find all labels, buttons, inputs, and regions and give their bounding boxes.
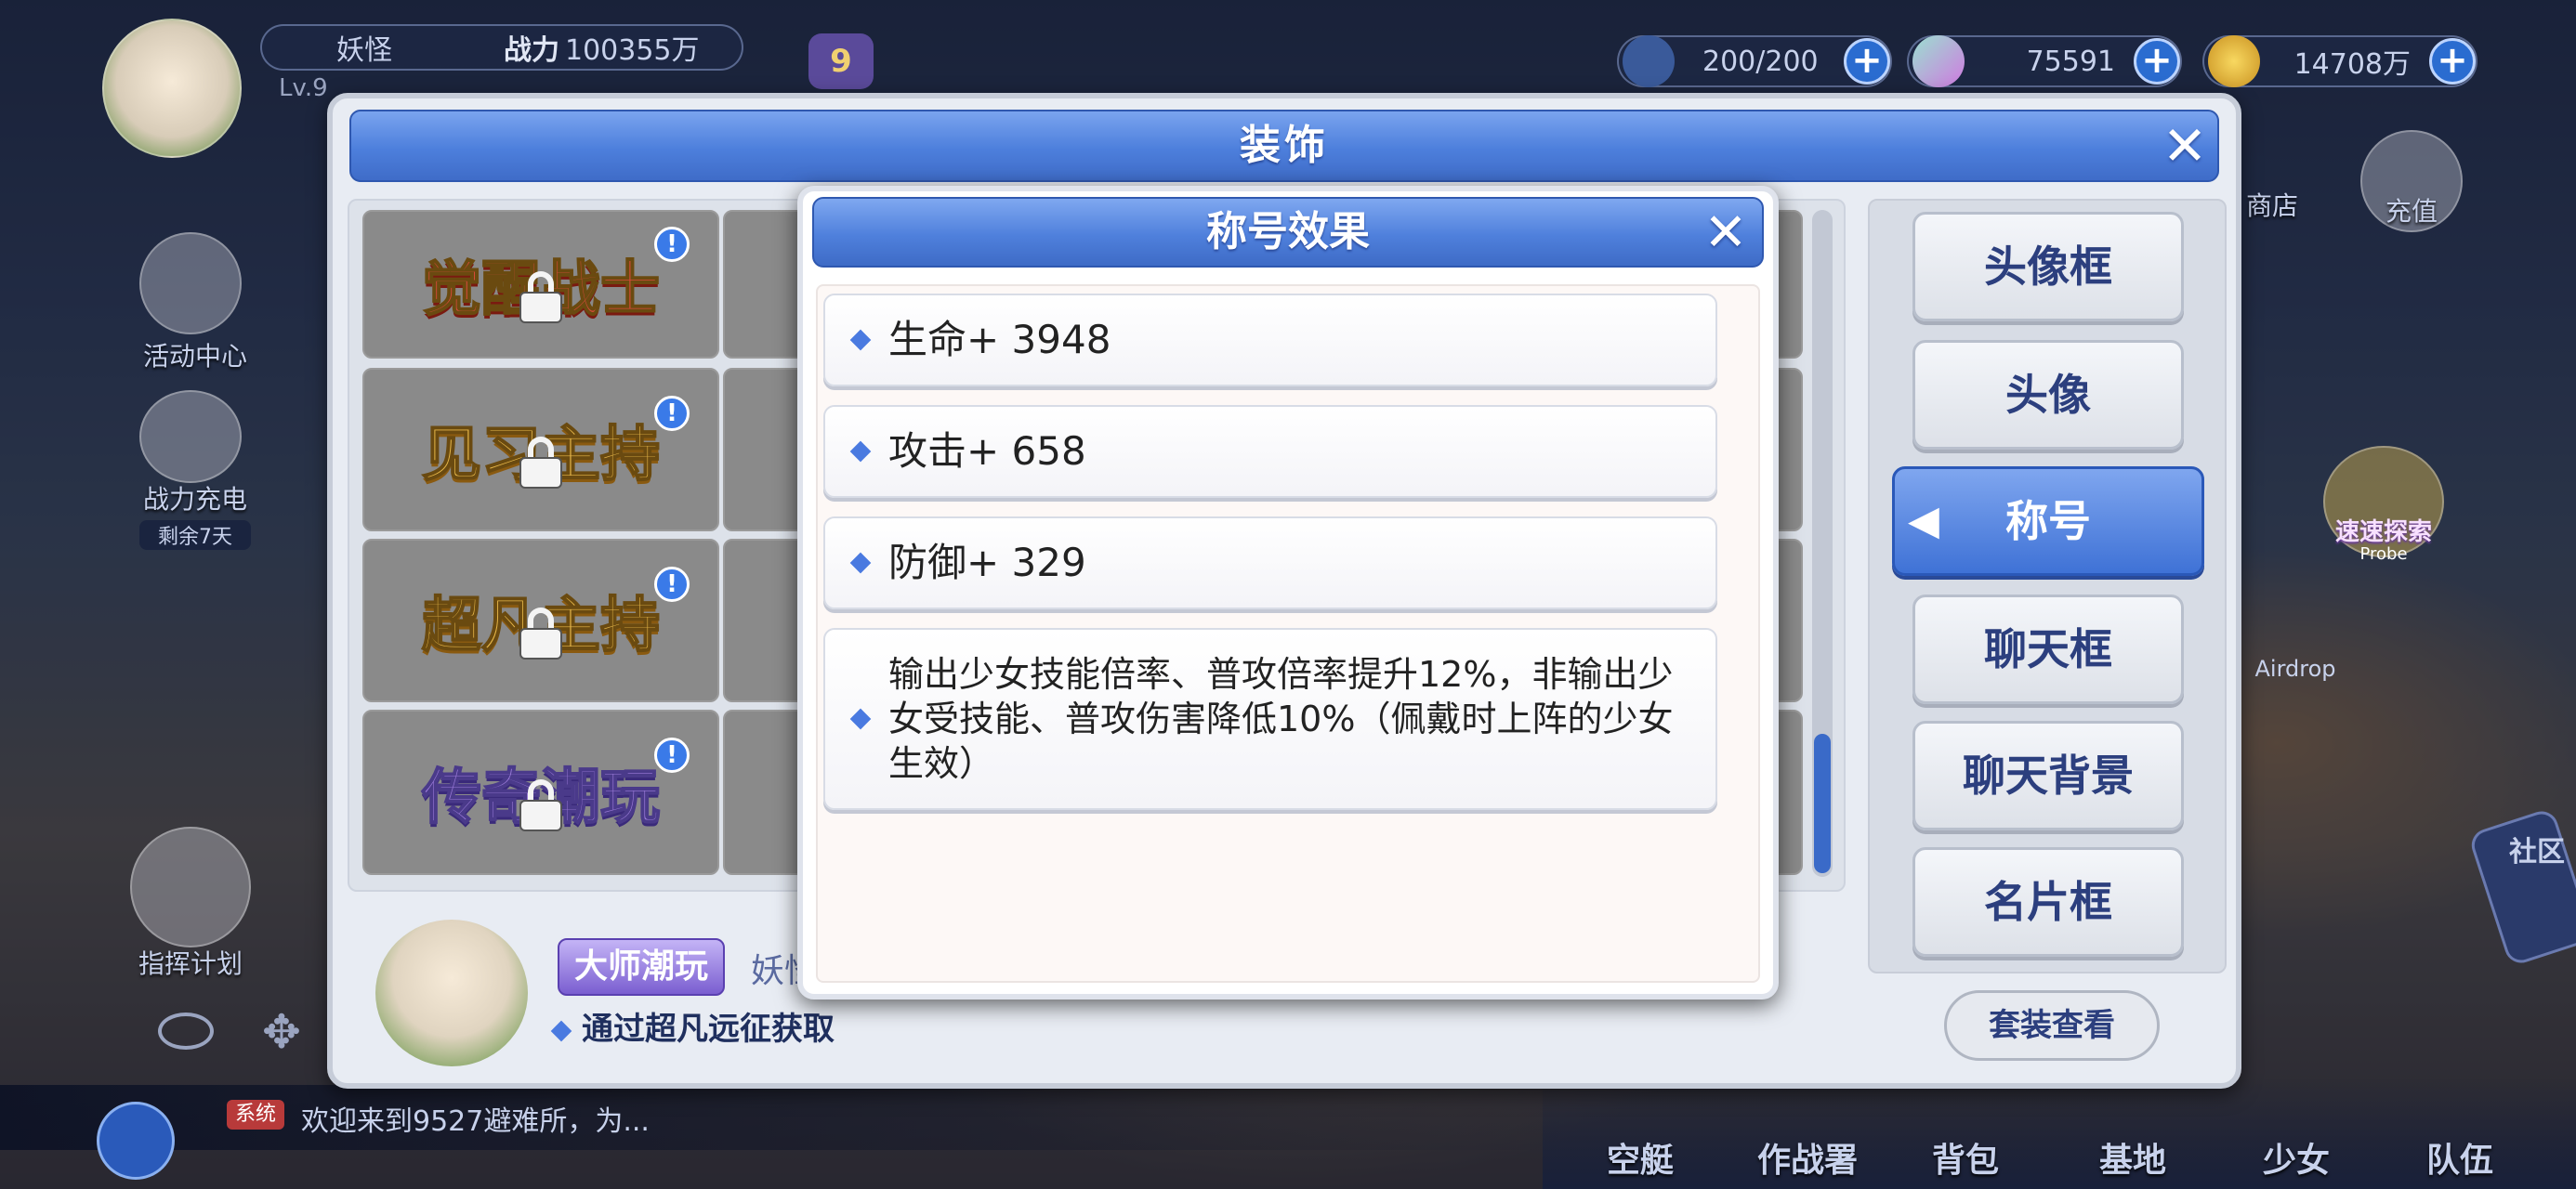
gold-coin-icon [2208,35,2260,87]
tab-title[interactable]: ◀ 称号 [1892,466,2204,576]
shop-label[interactable]: 商店 [2230,186,2314,223]
info-icon[interactable]: ! [654,738,690,773]
lock-icon [519,608,562,660]
chat-bubble-icon[interactable] [97,1102,175,1180]
tab-title-label: 称号 [2005,496,2091,546]
recharge-label[interactable]: 充值 [2360,191,2463,229]
gem-value: 75591 [2026,45,2115,78]
title-card-extraordinary-host[interactable]: 超凡主持 ! [362,539,719,702]
info-icon[interactable]: ! [654,227,690,262]
decoration-close-icon[interactable]: ✕ [2154,115,2215,176]
command-plan-label[interactable]: 指挥计划 [112,944,269,981]
decoration-title: 装饰 [1240,122,1329,169]
move-icon[interactable]: ✥ [262,1005,301,1059]
effect-item-skill-bonus: 输出少女技能倍率、普攻倍率提升12%，非输出少女受技能、普攻伤害降低10%（佩戴… [823,628,1717,810]
set-view-button[interactable]: 套装查看 [1944,990,2160,1061]
power-label: 战力 [504,34,559,67]
chevron-left-icon: ◀ [1908,497,1939,544]
effect-popup-title: 称号效果 [1206,208,1370,255]
diamond-bullet-icon [849,708,872,730]
obtain-method: 通过超凡远征获取 [550,1003,835,1049]
lock-icon [519,779,562,831]
title-card-trainee-host[interactable]: 见习主持 ! [362,368,719,531]
effect-text: 攻击+ 658 [888,428,1086,474]
player-name-bar: 妖怪 战力 100355万 [260,24,743,71]
add-gem-button[interactable]: + [2134,38,2180,85]
command-plan-icon[interactable] [130,827,251,947]
activity-center-label[interactable]: 活动中心 [121,336,269,373]
probe-label[interactable]: 速速探索 [2314,513,2453,547]
title-card-awakened-warrior[interactable]: 觉醒战士 ! [362,210,719,359]
chat-message[interactable]: 欢迎来到9527避难所，为... [301,1098,650,1139]
diamond-bullet-icon [550,1020,572,1041]
effect-text: 生命+ 3948 [888,317,1111,362]
add-stamina-button[interactable]: + [1844,38,1890,85]
gold-resource: 14708万 + [2202,35,2477,87]
community-label[interactable]: 社区 [2509,829,2565,869]
vip-badge[interactable]: 9 [808,33,874,89]
info-icon[interactable]: ! [654,567,690,602]
lock-icon [519,437,562,489]
tab-avatar[interactable]: 头像 [1912,340,2184,450]
nav-team[interactable]: 队伍 [2409,1133,2511,1182]
player-name: 妖怪 [336,34,392,67]
diamond-bullet-icon [849,552,872,574]
eye-icon[interactable] [158,1013,214,1050]
tab-avatar-frame[interactable]: 头像框 [1912,212,2184,321]
tab-card-frame[interactable]: 名片框 [1912,847,2184,957]
chat-system-tag: 系统 [227,1100,284,1130]
title-card-legendary-trendy[interactable]: 传奇潮玩 ! [362,710,719,875]
gem-icon [1912,35,1965,87]
activity-center-icon[interactable] [139,232,242,334]
add-gold-button[interactable]: + [2429,38,2476,85]
power-recharge-icon[interactable] [139,390,242,483]
preview-avatar [375,920,528,1066]
effect-item-hp: 生命+ 3948 [823,294,1717,386]
effect-text: 防御+ 329 [888,540,1086,585]
obtain-text: 通过超凡远征获取 [582,1011,835,1048]
diamond-bullet-icon [849,440,872,463]
stamina-value: 200/200 [1702,45,1819,78]
power-recharge-remaining: 剩余7天 [139,520,251,550]
gold-value: 14708万 [2293,48,2411,81]
diamond-bullet-icon [849,329,872,351]
info-icon[interactable]: ! [654,396,690,431]
player-avatar[interactable] [102,19,242,158]
power-recharge-label[interactable]: 战力充电 [121,479,269,516]
effect-item-attack: 攻击+ 658 [823,405,1717,498]
nav-backpack[interactable]: 背包 [1914,1133,2017,1182]
nav-base[interactable]: 基地 [2082,1133,2184,1182]
effect-text: 输出少女技能倍率、普攻倍率提升12%，非输出少女受技能、普攻伤害降低10%（佩戴… [888,654,1674,784]
player-level: Lv.9 [279,74,328,102]
stamina-icon [1623,35,1675,87]
gem-resource: 75591 + [1907,35,2182,87]
nav-girls[interactable]: 少女 [2245,1133,2347,1182]
tab-chat-frame[interactable]: 聊天框 [1912,594,2184,704]
selected-title-badge: 大师潮玩 [558,938,725,996]
tab-chat-background[interactable]: 聊天背景 [1912,721,2184,830]
nav-operations[interactable]: 作战署 [1738,1133,1877,1182]
effect-item-defense: 防御+ 329 [823,516,1717,609]
lock-icon [519,271,562,323]
nav-airship[interactable]: 空艇 [1589,1133,1691,1182]
probe-sublabel: Probe [2359,544,2408,564]
grid-scrollbar-thumb[interactable] [1814,734,1831,873]
effect-close-icon[interactable]: ✕ [1695,203,1756,264]
airdrop-label[interactable]: Airdrop [2240,656,2351,682]
power-value: 100355万 [565,34,700,67]
stamina-resource: 200/200 + [1617,35,1892,87]
